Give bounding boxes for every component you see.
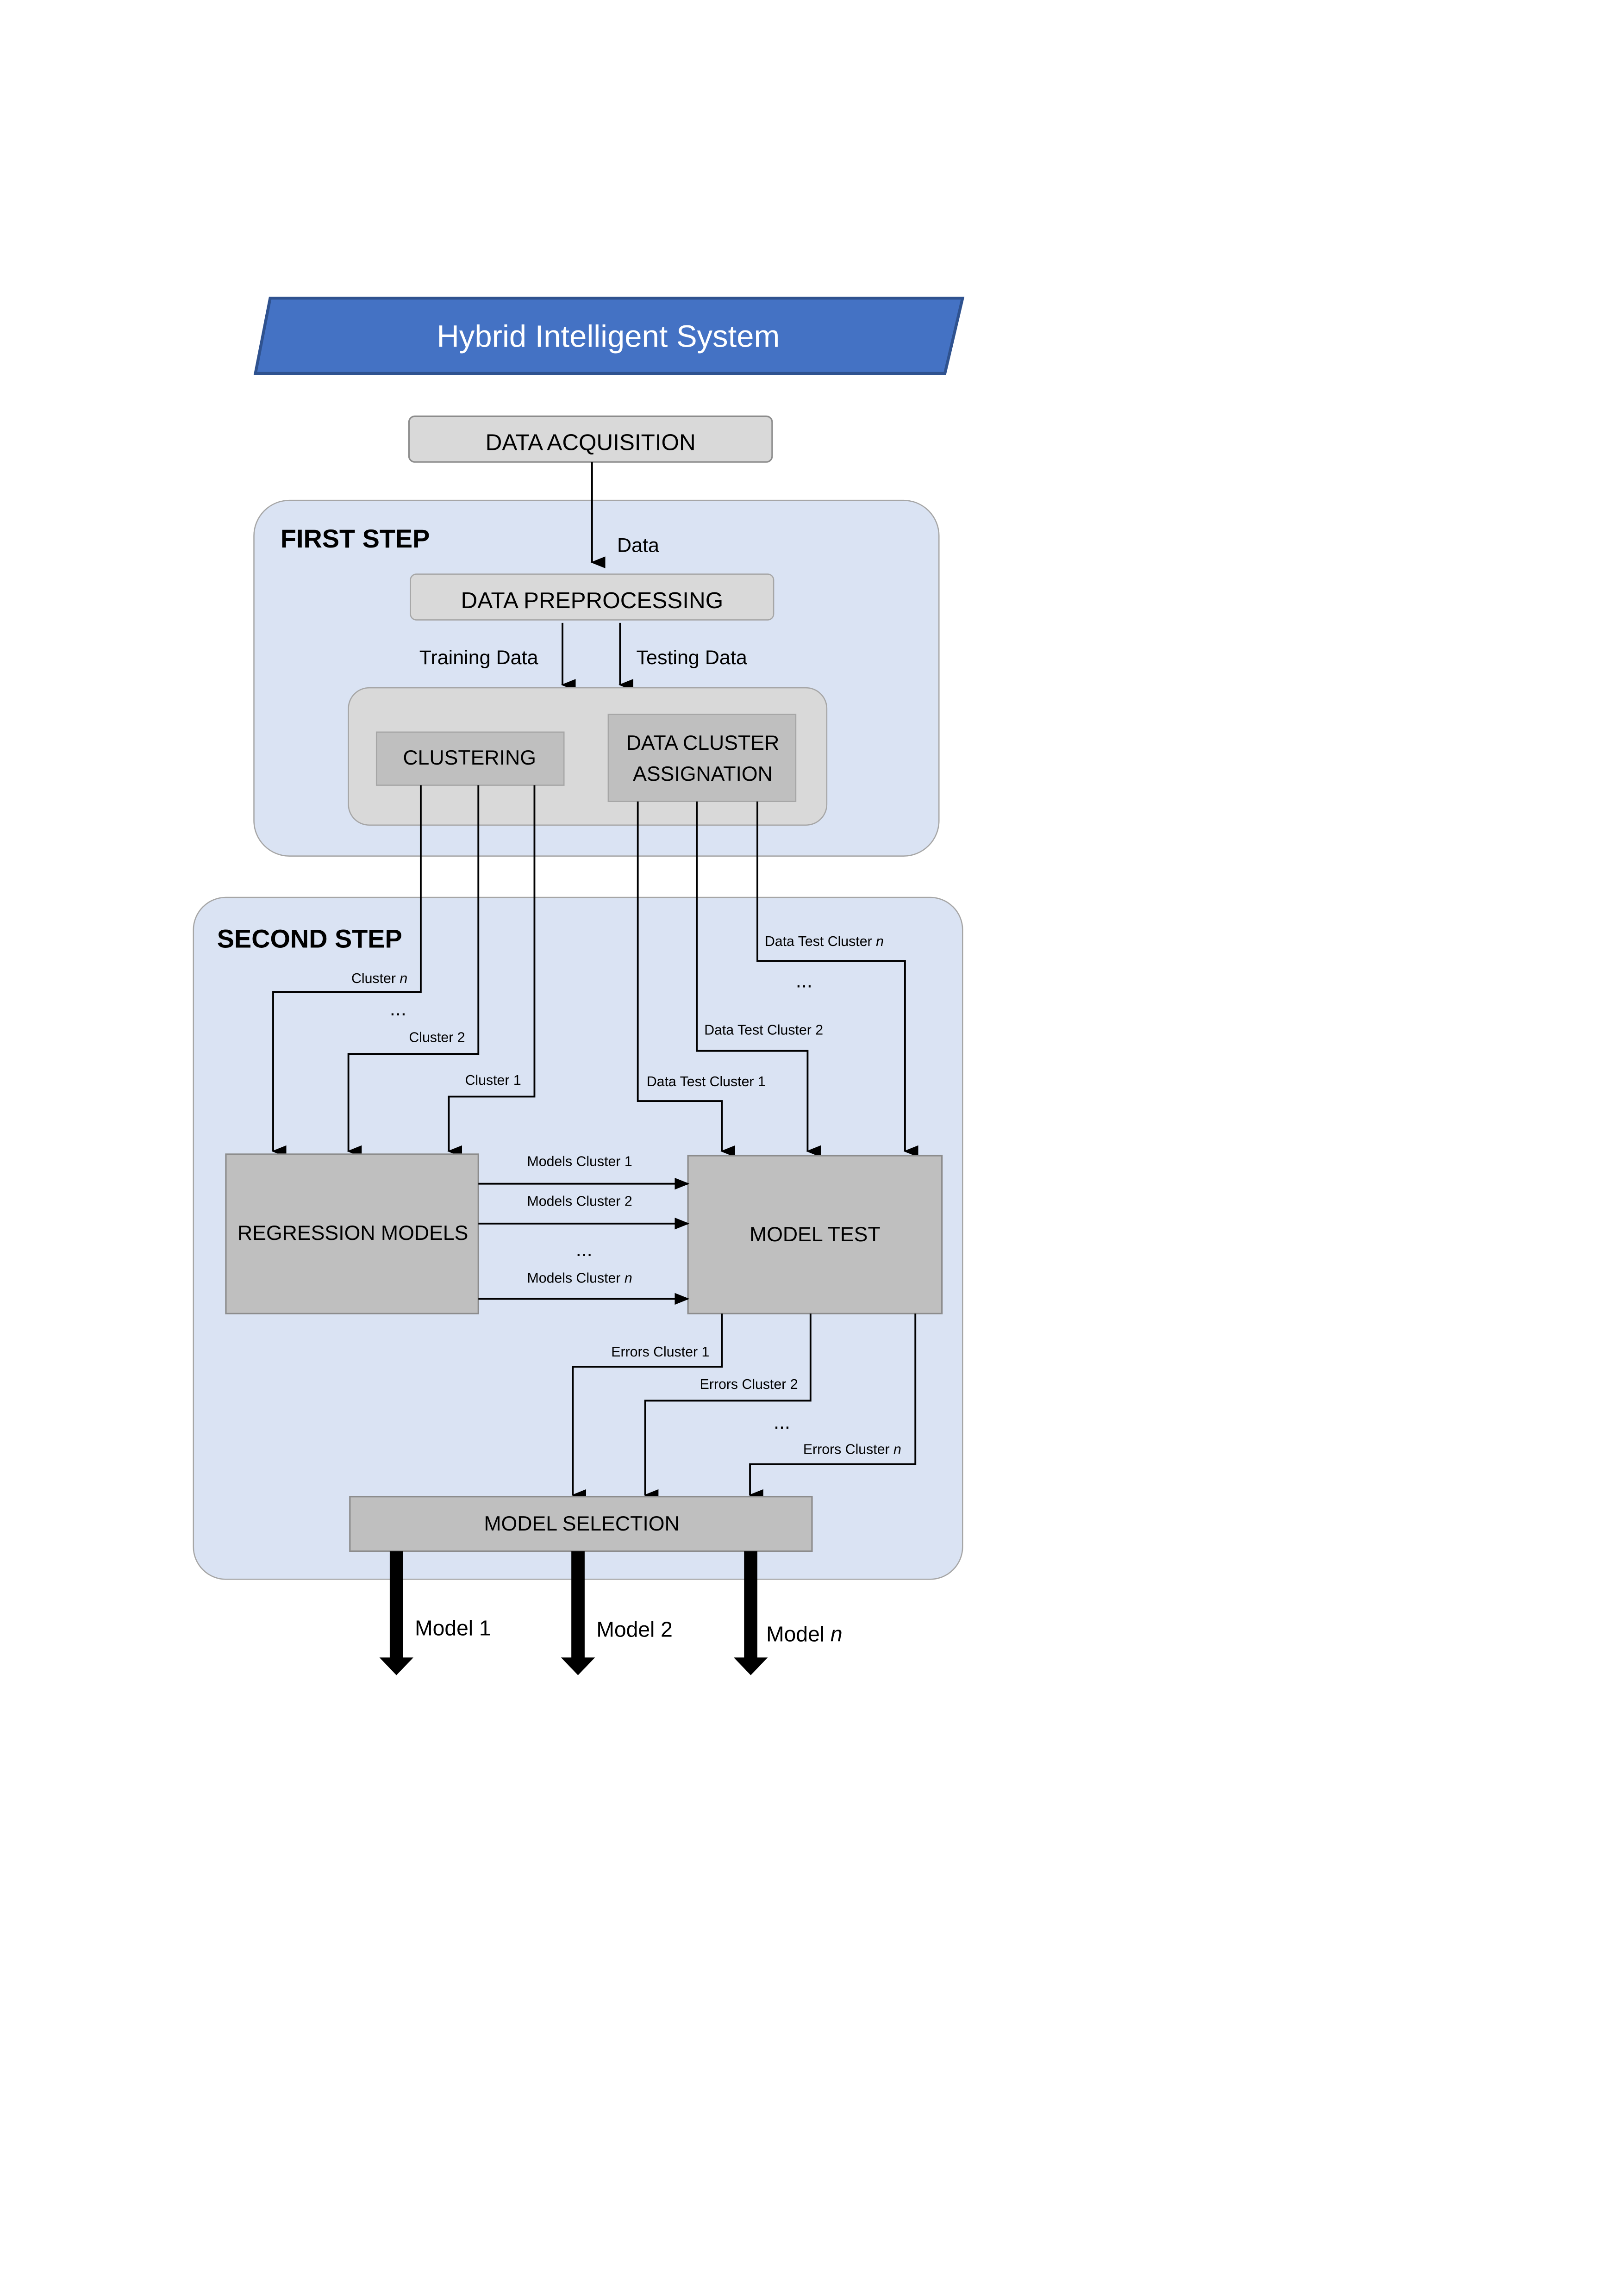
training-data-label: Training Data: [419, 647, 538, 669]
models-cluster-2-label: Models Cluster 2: [527, 1194, 632, 1209]
cluster-2-label: Cluster 2: [409, 1030, 465, 1045]
models-cluster-n-label: Models Cluster n: [527, 1270, 632, 1286]
model-selection-label: MODEL SELECTION: [484, 1512, 679, 1535]
title-banner: Hybrid Intelligent System: [253, 297, 965, 375]
output-model-1-label: Model 1: [415, 1616, 491, 1640]
data-cluster-assignation-node: DATA CLUSTER ASSIGNATION: [607, 714, 797, 802]
model-selection-node: MODEL SELECTION: [349, 1496, 813, 1552]
model-test-node: MODEL TEST: [687, 1155, 943, 1314]
testing-data-label: Testing Data: [636, 647, 747, 669]
second-step-label: SECOND STEP: [217, 924, 402, 953]
regression-models-node: REGRESSION MODELS: [225, 1153, 479, 1314]
errors-cluster-1-label: Errors Cluster 1: [611, 1344, 709, 1360]
cluster-1-label: Cluster 1: [465, 1073, 521, 1088]
hybrid-system-diagram: Hybrid Intelligent System DATA ACQUISITI…: [193, 297, 965, 1675]
data-cluster-assignation-label-2: ASSIGNATION: [633, 763, 773, 785]
models-ellipsis: ...: [576, 1238, 593, 1261]
data-test-cluster-n-label: Data Test Cluster n: [765, 934, 884, 949]
first-step-label: FIRST STEP: [281, 524, 430, 553]
errors-ellipsis: ...: [774, 1411, 790, 1433]
errors-cluster-2-label: Errors Cluster 2: [700, 1377, 798, 1392]
clustering-label: CLUSTERING: [403, 747, 536, 769]
errors-cluster-n-label: Errors Cluster n: [803, 1442, 901, 1457]
data-preprocessing-label: DATA PREPROCESSING: [461, 588, 724, 613]
data-preprocessing-node: DATA PREPROCESSING: [410, 573, 775, 621]
cluster-n-label: Cluster n: [351, 971, 407, 986]
data-cluster-assignation-label-1: DATA CLUSTER: [626, 732, 780, 754]
data-test-cluster-1-label: Data Test Cluster 1: [647, 1074, 766, 1089]
model-test-label: MODEL TEST: [750, 1223, 881, 1246]
data-test-cluster-2-label: Data Test Cluster 2: [704, 1023, 823, 1038]
cluster-ellipsis: ...: [390, 998, 406, 1020]
regression-models-label: REGRESSION MODELS: [237, 1222, 468, 1244]
data-edge-label: Data: [617, 535, 659, 557]
title-text: Hybrid Intelligent System: [437, 319, 780, 354]
data-acquisition-label: DATA ACQUISITION: [486, 430, 696, 455]
models-cluster-1-label: Models Cluster 1: [527, 1154, 632, 1169]
output-model-2-label: Model 2: [596, 1618, 672, 1642]
data-test-ellipsis: ...: [796, 970, 812, 992]
data-acquisition-node: DATA ACQUISITION: [408, 415, 773, 463]
clustering-node: CLUSTERING: [375, 731, 565, 786]
output-model-n-label: Model n: [766, 1622, 843, 1646]
